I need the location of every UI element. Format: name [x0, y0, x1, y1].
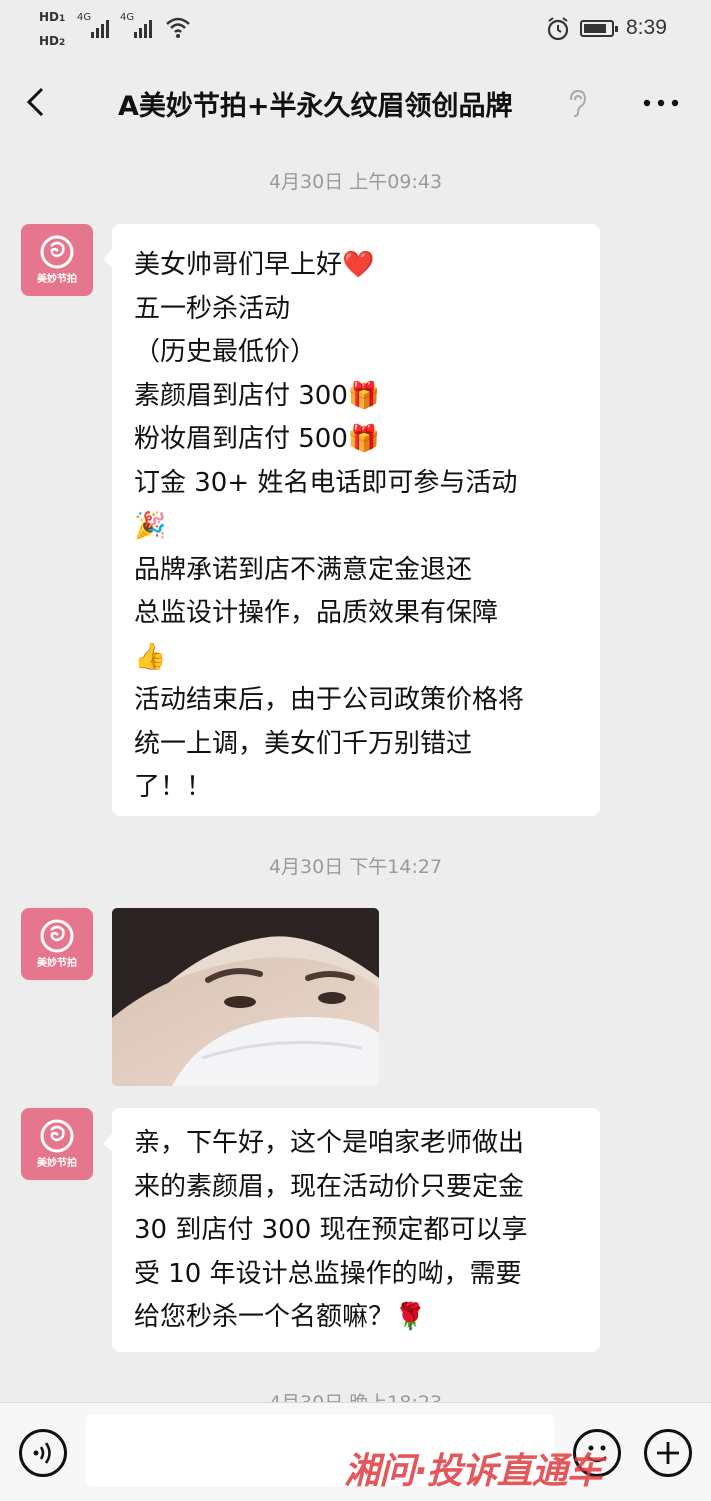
- more-icon: [643, 99, 679, 107]
- message-line: 来的素颜眉，现在活动价只要定金: [134, 1171, 525, 1202]
- signal-icon: 4G: [77, 12, 109, 38]
- message-line: 美女帅哥们早上好❤️: [134, 250, 375, 280]
- avatar-label: 美妙节拍: [37, 1158, 77, 1169]
- back-icon: [26, 87, 44, 117]
- hd-indicator-2: HD2: [39, 34, 66, 48]
- eyebrow-photo[interactable]: [112, 908, 379, 1086]
- signal-icon-2: 4G: [120, 12, 152, 38]
- message-line: 👍: [134, 641, 167, 672]
- message-line: 30 到店付 300 现在预定都可以享: [134, 1215, 528, 1245]
- battery-icon: [580, 20, 618, 37]
- alarm-icon: [547, 17, 569, 41]
- voice-button[interactable]: [19, 1429, 67, 1477]
- rose-logo-icon: [40, 1119, 74, 1153]
- watermark-logo: 湘问·投诉直通车: [344, 1451, 603, 1492]
- message-line: 粉妆眉到店付 500🎁: [134, 424, 381, 454]
- wifi-icon: [166, 17, 190, 38]
- message-line: 活动结束后，由于公司政策价格将: [134, 685, 525, 715]
- avatar[interactable]: 美妙节拍: [21, 1108, 93, 1180]
- eyebrow-photo-image: [112, 908, 379, 1086]
- avatar[interactable]: 美妙节拍: [21, 908, 93, 980]
- message-bubble[interactable]: 美女帅哥们早上好❤️ 五一秒杀活动 （历史最低价） 素颜眉到店付 300🎁 粉妆…: [103, 224, 600, 816]
- message-line: 亲，下午好，这个是咱家老师做出: [134, 1128, 525, 1158]
- message-timestamp: 4月30日 上午09:43: [268, 171, 443, 193]
- hd-indicator-1: HD1: [39, 10, 66, 24]
- avatar[interactable]: 美妙节拍: [21, 224, 93, 296]
- message-line: 统一上调，美女们千万别错过: [134, 728, 473, 759]
- status-time: 8:39: [626, 16, 667, 39]
- status-bar: HD1 HD2 4G 4G 8:39: [0, 0, 711, 60]
- message-line: 受 10 年设计总监操作的呦，需要: [134, 1258, 522, 1289]
- rose-logo-icon: [40, 235, 74, 269]
- message-line: 了！！: [134, 772, 213, 802]
- chat-header: A美妙节拍+半永久纹眉领创品牌: [0, 60, 711, 144]
- rose-logo-icon: [40, 919, 74, 953]
- ear-icon: [570, 89, 587, 117]
- message-line: （历史最低价）: [134, 337, 317, 367]
- avatar-label: 美妙节拍: [37, 958, 77, 969]
- message-line: 五一秒杀活动: [134, 293, 291, 324]
- message-line: 素颜眉到店付 300🎁: [134, 380, 381, 411]
- chat-title: A美妙节拍+半永久纹眉领创品牌: [118, 91, 513, 122]
- message-line: 订金 30+ 姓名电话即可参与活动: [134, 467, 518, 498]
- message-line: 给您秒杀一个名额嘛？🌹: [134, 1302, 427, 1332]
- avatar-label: 美妙节拍: [37, 274, 77, 285]
- more-button[interactable]: [636, 86, 686, 120]
- message-bubble[interactable]: 亲，下午好，这个是咱家老师做出 来的素颜眉，现在活动价只要定金 30 到店付 3…: [103, 1108, 600, 1352]
- message-line: 总监设计操作，品质效果有保障: [134, 598, 499, 628]
- plus-icon: [657, 1442, 679, 1464]
- message-timestamp: 4月30日 下午14:27: [268, 856, 443, 878]
- message-line: 品牌承诺到店不满意定金退还: [134, 554, 473, 585]
- back-button[interactable]: [18, 82, 58, 122]
- plus-button[interactable]: [644, 1429, 692, 1477]
- voice-icon: [33, 1442, 51, 1464]
- message-line: 🎉: [134, 511, 167, 541]
